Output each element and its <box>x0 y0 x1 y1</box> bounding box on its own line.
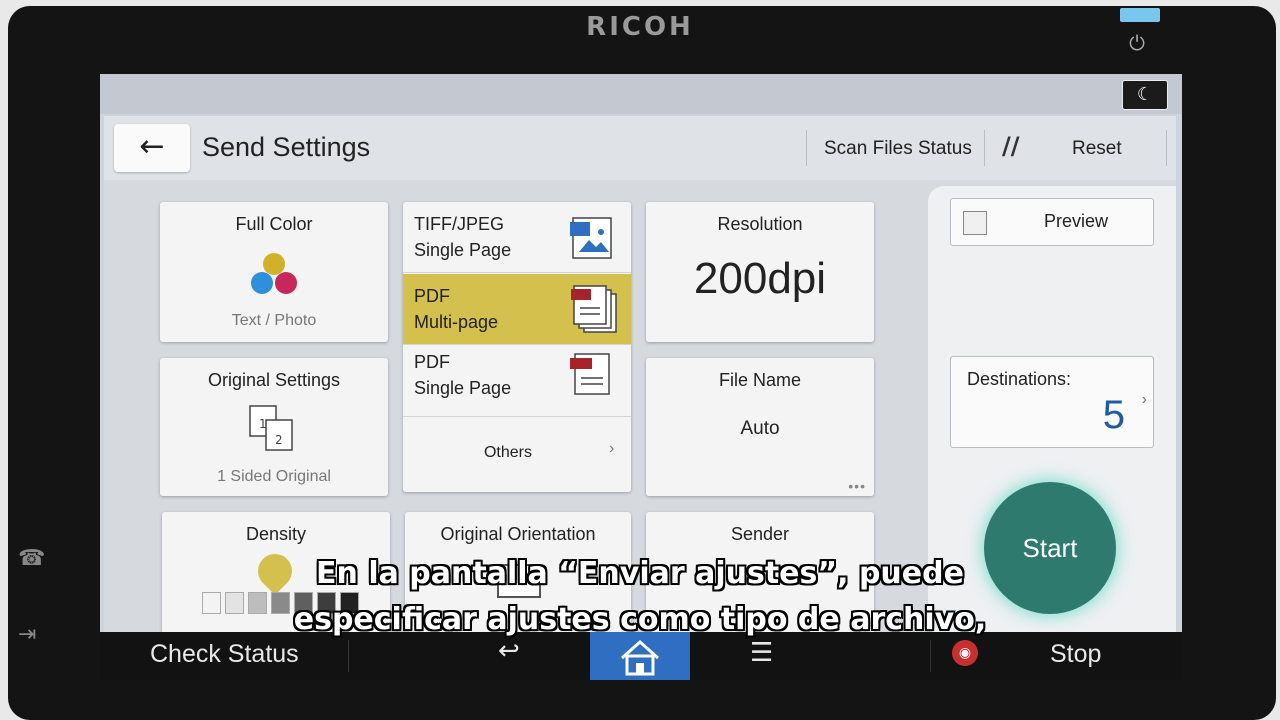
file-type-line2: Single Page <box>414 240 512 260</box>
divider <box>1166 130 1167 166</box>
color-dots-icon <box>251 253 297 294</box>
color-mode-label: Full Color <box>235 214 313 234</box>
status-bar: ☾ <box>100 74 1182 114</box>
back-button[interactable]: ← <box>114 124 190 172</box>
back-arrow-icon[interactable]: ↩ <box>498 636 520 666</box>
file-type-panel: TIFF/JPEG Single Page PDF Multi-page PDF… <box>403 202 631 492</box>
check-status-button[interactable]: Check Status <box>150 640 299 669</box>
file-type-pdf-single[interactable]: PDF Single Page <box>403 346 631 416</box>
file-name-value: Auto <box>740 418 780 439</box>
file-type-line1: PDF <box>414 352 450 372</box>
brand-logo: RICOH <box>586 12 694 42</box>
power-icon[interactable]: ⏻ <box>1126 32 1148 54</box>
home-icon <box>621 639 659 676</box>
file-name-label: File Name <box>718 370 802 390</box>
preview-checkbox[interactable] <box>963 211 987 235</box>
duplex-original-icon: 1 2 <box>249 405 293 451</box>
resolution-value: 200dpi <box>693 254 827 303</box>
color-mode-sub: Text / Photo <box>231 312 317 329</box>
menu-icon[interactable]: ☰ <box>750 638 773 668</box>
start-button[interactable]: Start <box>984 482 1116 614</box>
preview-label: Preview <box>1043 211 1109 231</box>
sender-label: Sender <box>730 524 790 544</box>
chevron-right-icon: › <box>1141 391 1147 408</box>
pdf-multipage-icon <box>571 285 617 333</box>
density-label: Density <box>245 524 307 544</box>
chevron-right-icon: › <box>609 440 615 457</box>
divider <box>403 416 631 417</box>
file-type-line2: Multi-page <box>414 312 499 332</box>
stop-icon[interactable]: ◉ <box>952 640 978 666</box>
divider <box>348 640 349 672</box>
send-settings-app: ← Send Settings Scan Files Status // Res… <box>104 116 1176 642</box>
resolution-label: Resolution <box>717 214 803 234</box>
status-led <box>1120 8 1160 22</box>
file-type-others-button[interactable]: Others › <box>403 418 631 488</box>
more-dots-icon: ••• <box>848 478 866 494</box>
destinations-label: Destinations: <box>967 369 1072 389</box>
title-bar: ← Send Settings Scan Files Status // Res… <box>104 116 1176 180</box>
original-settings-tile[interactable]: Original Settings 1 2 1 Sided Original <box>160 358 388 496</box>
resolution-tile[interactable]: Resolution 200dpi <box>646 202 874 342</box>
original-settings-sub: 1 Sided Original <box>217 468 331 485</box>
file-type-line2: Single Page <box>414 378 512 398</box>
bottom-bar: Check Status ↩ ☰ ◉ Stop <box>100 632 1182 680</box>
file-type-line1: TIFF/JPEG <box>414 214 504 234</box>
divider <box>984 130 985 166</box>
reset-button[interactable]: Reset <box>1072 138 1122 160</box>
others-label: Others <box>483 444 532 461</box>
destinations-count: 5 <box>1102 393 1125 437</box>
divider <box>806 130 807 166</box>
pdf-single-icon <box>570 353 610 395</box>
stop-button[interactable]: Stop <box>1050 640 1101 669</box>
energy-saver-icon[interactable]: ☾ <box>1122 80 1168 110</box>
reset-icon[interactable]: // <box>1002 132 1020 160</box>
divider <box>930 640 931 672</box>
arrow-left-icon: ← <box>139 129 165 164</box>
file-type-pdf-multi[interactable]: PDF Multi-page <box>403 274 631 344</box>
divider <box>403 272 631 273</box>
scan-files-status-button[interactable]: Scan Files Status <box>824 138 972 160</box>
page-title: Send Settings <box>202 132 371 162</box>
destinations-box[interactable]: Destinations: 5 › <box>950 356 1154 448</box>
tiff-jpeg-icon <box>570 217 612 259</box>
home-button[interactable] <box>590 632 690 680</box>
subtitle-line-2: especificar ajustes como tipo de archivo… <box>293 602 987 637</box>
file-type-line1: PDF <box>414 286 450 306</box>
preview-button[interactable]: Preview <box>950 198 1154 246</box>
svg-text:2: 2 <box>275 433 283 447</box>
file-name-tile[interactable]: File Name Auto ••• <box>646 358 874 496</box>
divider <box>403 344 631 345</box>
original-orientation-label: Original Orientation <box>440 524 596 544</box>
subtitle-line-1: En la pantalla “Enviar ajustes”, puede <box>316 556 964 591</box>
original-settings-label: Original Settings <box>207 370 341 390</box>
file-type-tiff-jpeg-single[interactable]: TIFF/JPEG Single Page <box>403 202 631 272</box>
color-mode-tile[interactable]: Full Color Text / Photo <box>160 202 388 342</box>
